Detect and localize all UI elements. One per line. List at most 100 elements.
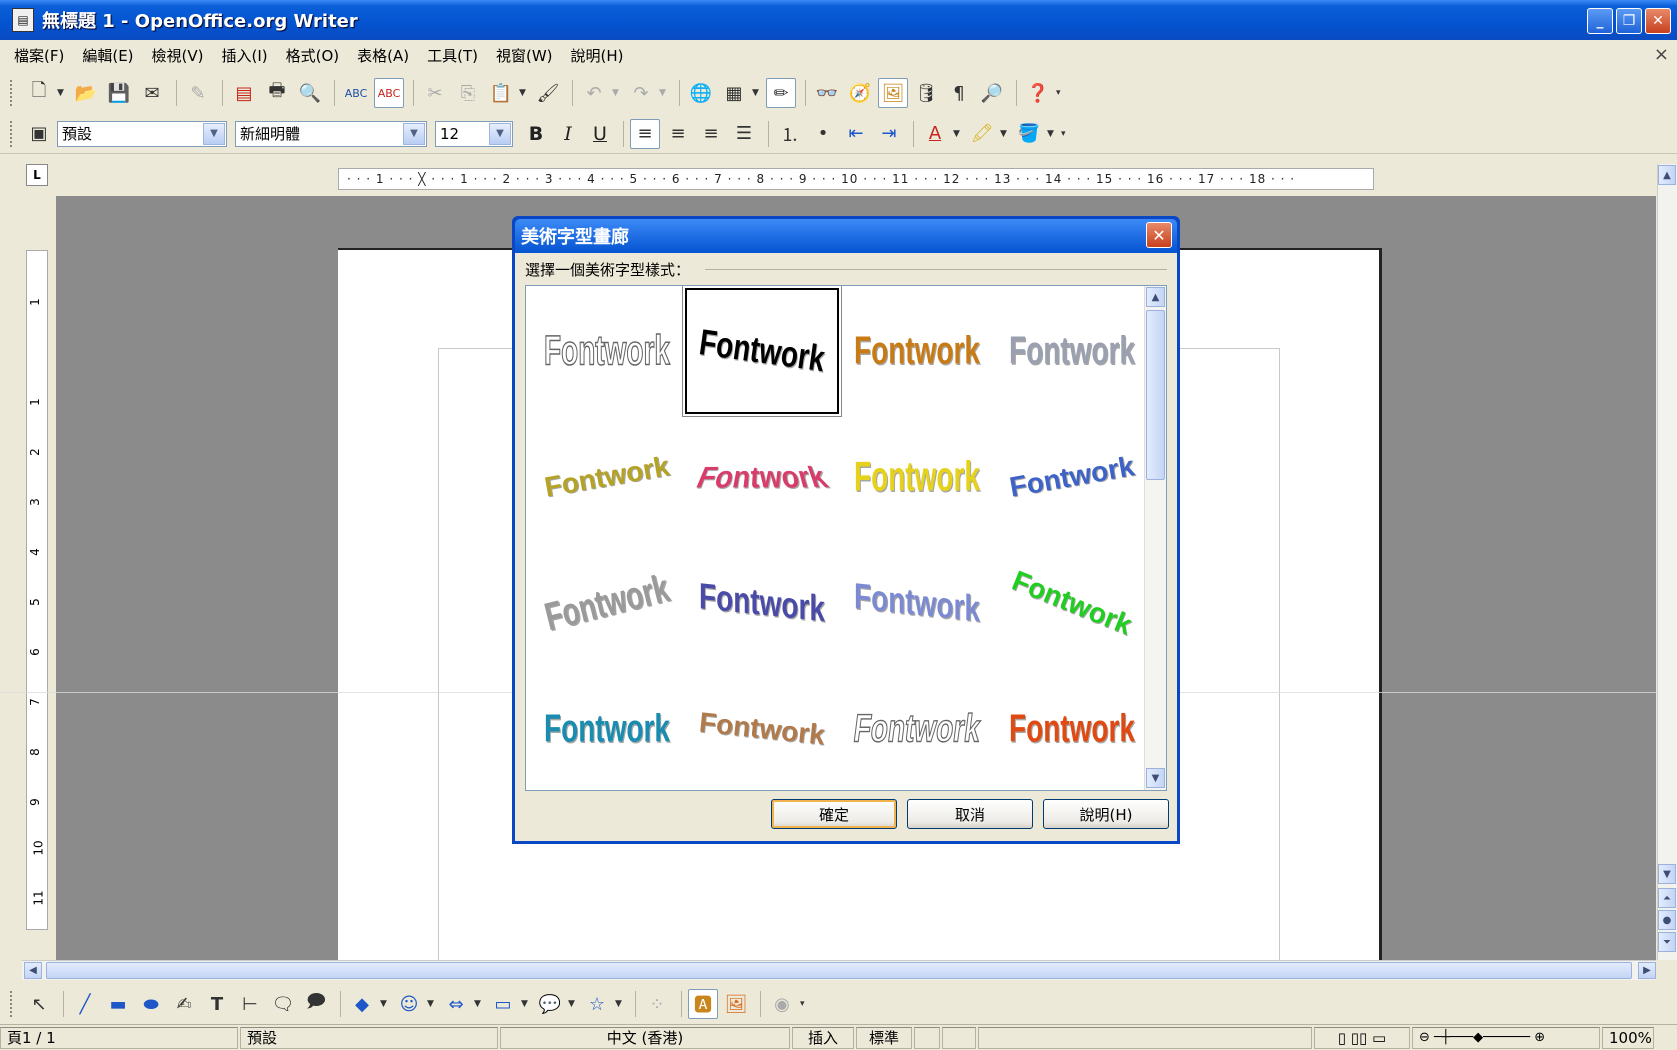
undo-icon[interactable]: ↶ — [579, 78, 609, 108]
new-dropdown-icon[interactable]: ▼ — [57, 88, 67, 98]
menu-file[interactable]: 檔案(F) — [14, 45, 64, 66]
numbering-icon[interactable]: ⒈ — [775, 119, 805, 149]
toolbar-overflow-icon[interactable]: ▾ — [800, 999, 810, 1009]
navigator-icon[interactable]: 🧭 — [845, 78, 875, 108]
restore-button[interactable]: ❐ — [1616, 8, 1642, 34]
menu-window[interactable]: 視窗(W) — [496, 45, 553, 66]
fontwork-style-yellow[interactable]: Fontwork — [840, 414, 994, 540]
cancel-button[interactable]: 取消 — [907, 799, 1033, 829]
from-file-icon[interactable]: 🖼 — [721, 989, 751, 1019]
gallery-scroll-thumb[interactable] — [1146, 310, 1165, 480]
minimize-button[interactable]: _ — [1587, 8, 1613, 34]
copy-icon[interactable]: ⎘ — [453, 78, 483, 108]
fontwork-style-blue-wave[interactable]: Fontwork — [995, 414, 1149, 540]
chevron-down-icon[interactable]: ▼ — [203, 123, 225, 145]
underline-button[interactable]: U — [585, 119, 615, 149]
vertical-text-icon[interactable]: ⊢ — [235, 989, 265, 1019]
fontwork-style-brown-arc[interactable]: Fontwork — [685, 666, 839, 791]
callout-shapes-icon[interactable]: 💬 — [535, 989, 565, 1019]
data-sources-icon[interactable]: 🛢 — [911, 78, 941, 108]
fontwork-style-gold[interactable]: Fontwork — [840, 288, 994, 414]
email-icon[interactable]: ✉ — [137, 78, 167, 108]
menu-table[interactable]: 表格(A) — [357, 45, 409, 66]
close-document-icon[interactable]: × — [1654, 44, 1669, 65]
zoom-percent[interactable]: 100% — [1602, 1027, 1654, 1049]
page-style[interactable]: 預設 — [240, 1027, 498, 1049]
scroll-down-icon[interactable]: ▼ — [1658, 864, 1676, 884]
paste-dropdown-icon[interactable]: ▼ — [519, 88, 529, 98]
fontwork-gallery-icon[interactable]: 🅰 — [688, 989, 718, 1019]
fontwork-style-arch[interactable]: Fontwork — [685, 288, 839, 414]
fontwork-style-green-arc[interactable]: Fontwork — [995, 540, 1149, 666]
gallery-scrollbar[interactable]: ▲ ▼ — [1144, 286, 1166, 790]
redo-icon[interactable]: ↷ — [626, 78, 656, 108]
toolbar-overflow-icon[interactable]: ▾ — [1056, 88, 1066, 98]
flowchart-icon[interactable]: ▭ — [488, 989, 518, 1019]
scroll-down-icon[interactable]: ▼ — [1146, 768, 1165, 788]
callouts-icon[interactable]: 🗨 — [268, 989, 298, 1019]
open-folder-icon[interactable]: 📂 — [71, 78, 101, 108]
chevron-down-icon[interactable]: ▼ — [489, 123, 511, 145]
font-name-combo[interactable]: 新細明體 ▼ — [235, 121, 427, 147]
fontwork-style-slant[interactable]: Fontwork — [530, 414, 684, 540]
fontwork-style-3d-lilac[interactable]: Fontwork — [840, 540, 994, 666]
align-right-icon[interactable]: ≡ — [696, 119, 726, 149]
font-color-icon[interactable]: A — [920, 119, 950, 149]
autospellcheck-icon[interactable]: ABC — [374, 78, 404, 108]
symbol-shapes-icon[interactable]: ☺ — [394, 989, 424, 1019]
help-icon[interactable]: ❓ — [1023, 78, 1053, 108]
fontwork-style-fire[interactable]: Fontwork — [995, 666, 1149, 791]
hyperlink-icon[interactable]: 🌐 — [686, 78, 716, 108]
vertical-callouts-icon[interactable]: 🗩 — [301, 989, 331, 1019]
italic-button[interactable]: I — [553, 119, 583, 149]
spellcheck-icon[interactable]: ABC — [341, 78, 371, 108]
callout-shapes-dropdown-icon[interactable]: ▼ — [568, 999, 578, 1009]
align-center-icon[interactable]: ≡ — [663, 119, 693, 149]
fontwork-style-gray[interactable]: Fontwork — [995, 288, 1149, 414]
ok-button[interactable]: 確定 — [771, 799, 897, 829]
insert-mode[interactable]: 插入 — [792, 1027, 854, 1049]
new-document-icon[interactable]: 🗋 — [24, 78, 54, 108]
table-icon[interactable]: ▦ — [719, 78, 749, 108]
select-arrow-icon[interactable]: ↖ — [24, 989, 54, 1019]
symbol-shapes-dropdown-icon[interactable]: ▼ — [427, 999, 437, 1009]
points-icon[interactable]: ⁘ — [642, 989, 672, 1019]
toolbar-overflow-icon[interactable]: ▾ — [1061, 129, 1071, 139]
language[interactable]: 中文 (香港) — [500, 1027, 790, 1049]
freeform-icon[interactable]: ✍ — [169, 989, 199, 1019]
extrusion-icon[interactable]: ◉ — [767, 989, 797, 1019]
increase-indent-icon[interactable]: ⇥ — [874, 119, 904, 149]
menu-tools[interactable]: 工具(T) — [427, 45, 478, 66]
justify-icon[interactable]: ☰ — [729, 119, 759, 149]
background-color-icon[interactable]: 🪣 — [1014, 119, 1044, 149]
fontwork-style-perspective[interactable]: Fontwork — [685, 414, 839, 540]
styles-formatting-icon[interactable]: ▣ — [24, 119, 54, 149]
highlight-icon[interactable]: 🖍 — [967, 119, 997, 149]
background-dropdown-icon[interactable]: ▼ — [1047, 129, 1057, 139]
vertical-ruler[interactable]: 1 1 2 3 4 5 6 7 8 9 10 11 — [26, 250, 48, 930]
horizontal-ruler[interactable]: · · · 1 · · · ╳ · · · 1 · · · 2 · · · 3 … — [338, 168, 1374, 190]
stars-dropdown-icon[interactable]: ▼ — [615, 999, 625, 1009]
gallery-icon[interactable]: 🖼 — [878, 78, 908, 108]
toolbar-grip[interactable] — [10, 121, 14, 147]
paragraph-style-combo[interactable]: 預設 ▼ — [57, 121, 227, 147]
scroll-up-icon[interactable]: ▲ — [1658, 165, 1676, 185]
show-draw-functions-icon[interactable]: ✏ — [766, 78, 796, 108]
flowchart-dropdown-icon[interactable]: ▼ — [521, 999, 531, 1009]
rectangle-icon[interactable]: ▬ — [103, 989, 133, 1019]
previous-page-icon[interactable]: ⏶ — [1658, 888, 1676, 908]
clone-formatting-icon[interactable]: 🖌 — [533, 78, 563, 108]
view-layout[interactable]: ▯ ▯▯ ▭ — [1314, 1027, 1410, 1049]
export-pdf-icon[interactable]: ▤ — [229, 78, 259, 108]
table-dropdown-icon[interactable]: ▼ — [752, 88, 762, 98]
basic-shapes-dropdown-icon[interactable]: ▼ — [380, 999, 390, 1009]
paste-icon[interactable]: 📋 — [486, 78, 516, 108]
block-arrows-dropdown-icon[interactable]: ▼ — [474, 999, 484, 1009]
ellipse-icon[interactable]: ⬬ — [136, 989, 166, 1019]
menu-edit[interactable]: 編輯(E) — [82, 45, 133, 66]
help-button[interactable]: 說明(H) — [1043, 799, 1169, 829]
digital-signature[interactable] — [942, 1027, 976, 1049]
menu-help[interactable]: 說明(H) — [571, 45, 624, 66]
zoom-slider[interactable]: ⊖ ─┼───◆────── ⊕ — [1412, 1027, 1600, 1049]
stars-icon[interactable]: ☆ — [582, 989, 612, 1019]
